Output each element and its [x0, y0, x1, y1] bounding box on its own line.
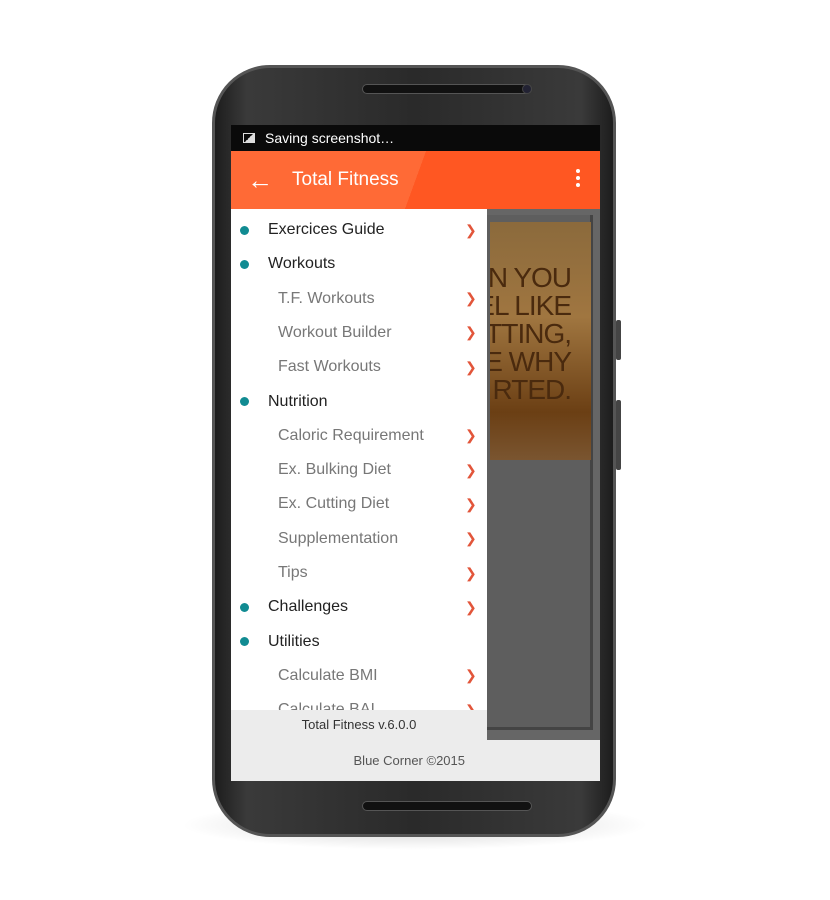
chevron-right-icon: ❯	[465, 461, 477, 478]
bottom-speaker	[362, 801, 532, 811]
menu-item-label: Workouts	[268, 255, 336, 273]
menu-item[interactable]: Ex. Bulking Diet ❯	[231, 453, 487, 487]
chevron-right-icon: ❯	[465, 598, 477, 615]
menu-item-label: Challenges	[268, 598, 349, 616]
power-button[interactable]	[616, 400, 621, 470]
bullet-icon	[240, 602, 249, 612]
bullet-icon	[240, 637, 249, 647]
menu-item-label: Workout Builder	[278, 323, 392, 341]
menu-item-label: Exercices Guide	[268, 221, 385, 238]
chevron-right-icon: ❯	[465, 701, 477, 710]
menu-item-label: Calculate BMI	[278, 666, 378, 684]
bullet-icon	[240, 225, 249, 235]
menu-item[interactable]: Fast Workouts ❯	[231, 350, 487, 384]
copyright-text: Blue Corner ©2015	[353, 753, 465, 768]
menu-item-label: Nutrition	[268, 392, 328, 410]
status-text: Saving screenshot…	[265, 130, 395, 146]
poster-line: ITTING,	[490, 318, 572, 349]
menu-item-label: Fast Workouts	[278, 358, 381, 376]
chevron-right-icon: ❯	[465, 667, 477, 684]
menu-item-label: Ex. Bulking Diet	[278, 461, 391, 479]
more-options-icon[interactable]	[576, 169, 580, 190]
menu-item[interactable]: Supplementation ❯	[231, 522, 487, 556]
front-camera	[522, 84, 532, 94]
back-arrow-icon[interactable]: ←	[247, 165, 287, 196]
menu-item-label: Supplementation	[278, 529, 399, 547]
menu-item-label: Caloric Requirement	[278, 426, 424, 444]
menu-item[interactable]: T.F. Workouts ❯	[231, 282, 487, 316]
bullet-icon	[240, 397, 249, 406]
menu-item[interactable]: Workouts	[231, 247, 487, 281]
chevron-right-icon: ❯	[465, 495, 477, 512]
version-text: Total Fitness v.6.0.0	[301, 717, 417, 732]
menu-item[interactable]: Exercices Guide ❯	[231, 213, 487, 247]
poster-line: RTED.	[492, 374, 572, 405]
menu-item[interactable]: Caloric Requirement ❯	[231, 419, 487, 453]
volume-button[interactable]	[616, 320, 621, 360]
poster-line: EL LIKE	[490, 290, 572, 321]
poster-line: N YOU	[490, 262, 572, 293]
menu-item[interactable]: Utilities	[231, 625, 487, 659]
chevron-right-icon: ❯	[465, 324, 477, 341]
menu-item-label: T.F. Workouts	[278, 289, 375, 307]
menu-item[interactable]: Ex. Cutting Diet ❯	[231, 487, 487, 521]
menu-item[interactable]: Nutrition	[231, 385, 487, 419]
status-bar: Saving screenshot…	[231, 125, 600, 151]
menu-item[interactable]: Calculate BMI ❯	[231, 659, 487, 693]
menu-item-label: Tips	[278, 564, 308, 581]
chevron-right-icon: ❯	[465, 564, 477, 581]
chevron-right-icon: ❯	[465, 358, 477, 375]
chevron-right-icon: ❯	[465, 290, 477, 307]
poster-image: N YOUEL LIKEITTING,E WHYRTED.	[490, 222, 591, 460]
menu-item[interactable]: Challenges ❯	[231, 590, 487, 624]
chevron-right-icon: ❯	[465, 221, 477, 238]
image-icon	[243, 133, 255, 143]
top-speaker	[362, 84, 532, 94]
menu-item-label: Ex. Cutting Diet	[278, 495, 390, 513]
menu-item[interactable]: Calculate BAI ❯	[231, 693, 487, 710]
menu-item[interactable]: Workout Builder ❯	[231, 316, 487, 350]
menu-item-label: Utilities	[268, 632, 320, 650]
poster-line: E WHY	[490, 346, 572, 377]
chevron-right-icon: ❯	[465, 427, 477, 444]
chevron-right-icon: ❯	[465, 530, 477, 547]
screen: N YOUEL LIKEITTING,E WHYRTED. Saving scr…	[231, 125, 600, 781]
app-bar: ← Total Fitness	[231, 151, 600, 209]
navigation-drawer: Exercices Guide ❯ Workouts T.F. Workouts ❯ Wo…	[231, 209, 487, 710]
bullet-icon	[240, 259, 249, 269]
menu-item-label: Calculate BAI	[278, 701, 375, 710]
app-title: Total Fitness	[292, 169, 399, 190]
menu-item[interactable]: Tips ❯	[231, 556, 487, 590]
